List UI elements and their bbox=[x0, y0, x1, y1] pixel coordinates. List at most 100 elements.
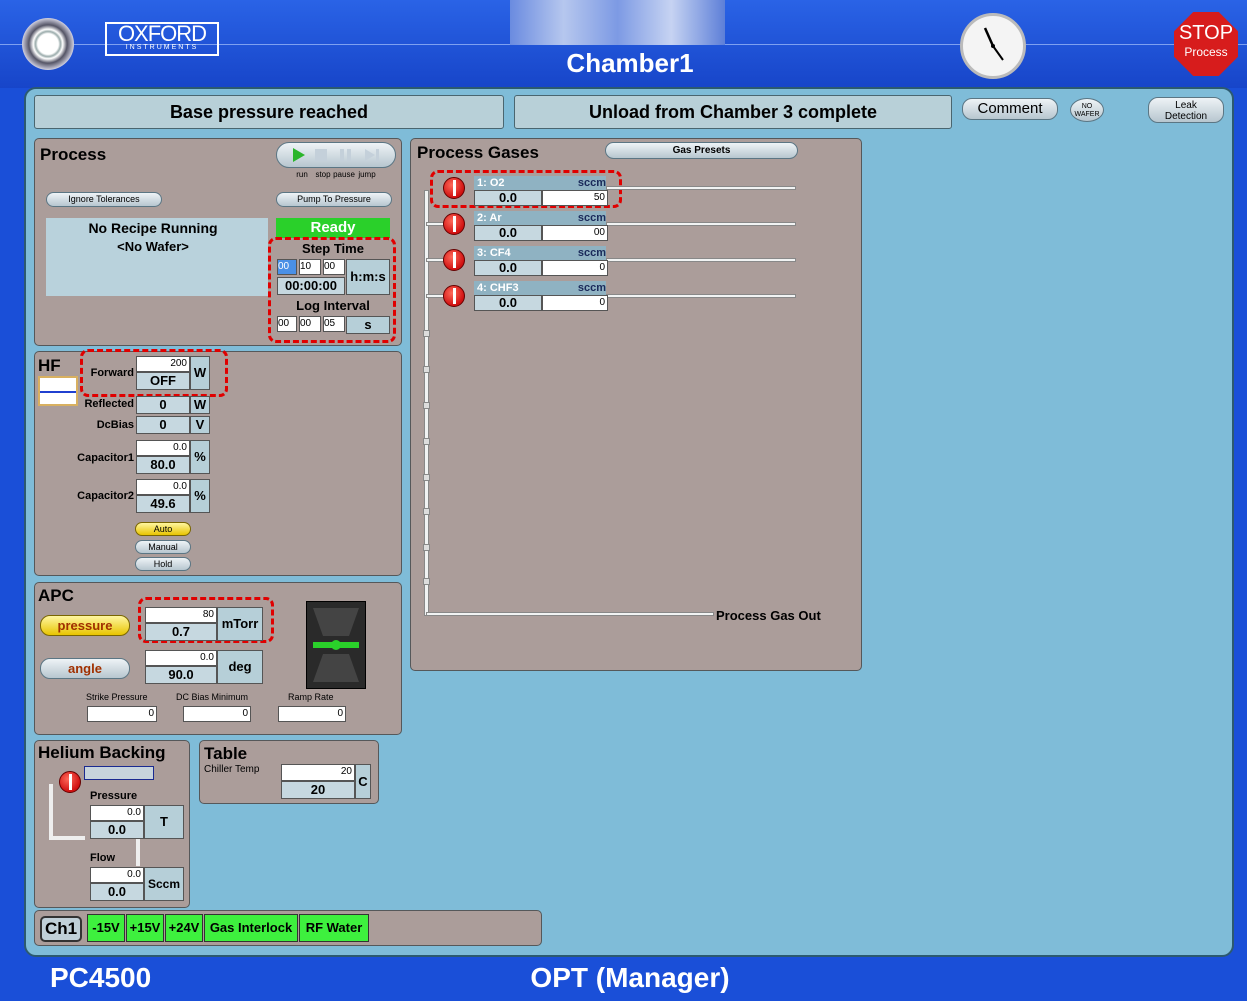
gas-valve-icon[interactable] bbox=[443, 213, 465, 235]
gas-flow-setpoint[interactable]: 50 bbox=[542, 190, 608, 206]
gas-valve-icon[interactable] bbox=[443, 249, 465, 271]
gas-flow-value: 0.0 bbox=[474, 225, 542, 241]
gas-flow-setpoint[interactable]: 0 bbox=[542, 295, 608, 311]
step-time-label: Step Time bbox=[302, 241, 364, 256]
channel-label: Ch1 bbox=[40, 916, 82, 942]
forward-label: Forward bbox=[90, 367, 134, 379]
gas-flow-setpoint[interactable]: 00 bbox=[542, 225, 608, 241]
log-minutes-input[interactable]: 00 bbox=[299, 316, 321, 332]
step-minutes-input[interactable]: 10 bbox=[299, 259, 321, 275]
pause-button[interactable]: pause bbox=[333, 170, 355, 179]
ramp-rate-label: Ramp Rate bbox=[288, 692, 334, 702]
transport-controls bbox=[276, 142, 396, 168]
pressure-mode-button[interactable]: pressure bbox=[40, 615, 130, 636]
wafer-status: <No Wafer> bbox=[117, 239, 189, 254]
reflected-unit: W bbox=[190, 396, 210, 414]
gas-line-pipe bbox=[606, 294, 796, 298]
angle-setpoint[interactable]: 0.0 bbox=[145, 650, 217, 666]
helium-pressure-label: Pressure bbox=[90, 790, 138, 802]
reflected-value: 0 bbox=[136, 396, 190, 414]
manifold-port bbox=[423, 578, 430, 585]
dcbias-label: DcBias bbox=[96, 419, 134, 431]
ignore-tolerances-button[interactable]: Ignore Tolerances bbox=[46, 192, 162, 207]
run-button[interactable]: run bbox=[291, 170, 313, 179]
gas-flow-setpoint[interactable]: 0 bbox=[542, 260, 608, 276]
interlock-plus24v: +24V bbox=[165, 914, 203, 942]
gas-unit: sccm bbox=[577, 247, 606, 259]
manifold-port bbox=[423, 544, 430, 551]
capacitor2-label: Capacitor2 bbox=[77, 490, 134, 502]
angle-value: 90.0 bbox=[145, 666, 217, 684]
angle-unit: deg bbox=[217, 650, 263, 684]
forward-setpoint[interactable]: 200 bbox=[136, 356, 190, 372]
gas-line-pipe bbox=[606, 258, 796, 262]
footer-system: PC4500 bbox=[50, 962, 152, 993]
no-wafer-button[interactable]: NO WAFER bbox=[1070, 98, 1104, 122]
angle-mode-button[interactable]: angle bbox=[40, 658, 130, 679]
manifold-port bbox=[423, 402, 430, 409]
gas-unit: sccm bbox=[577, 212, 606, 224]
dcbias-unit: V bbox=[190, 416, 210, 434]
interlock-gas: Gas Interlock bbox=[204, 914, 298, 942]
comment-button[interactable]: Comment bbox=[962, 98, 1058, 120]
elapsed-time: 00:00:00 bbox=[277, 277, 345, 295]
pump-to-pressure-button[interactable]: Pump To Pressure bbox=[276, 192, 392, 207]
no-wafer-label-1: NO bbox=[1081, 103, 1093, 110]
capacitor2-value: 49.6 bbox=[136, 495, 190, 513]
gas-line-pipe bbox=[426, 294, 444, 298]
stop-sublabel: Process bbox=[1184, 45, 1228, 59]
helium-flow-unit: Sccm bbox=[144, 867, 184, 901]
hf-title: HF bbox=[38, 356, 61, 375]
jump-button[interactable]: jump bbox=[356, 170, 378, 179]
pressure-setpoint[interactable]: 80 bbox=[145, 607, 217, 623]
capacitor1-unit: % bbox=[190, 440, 210, 474]
status-message-left: Base pressure reached bbox=[34, 95, 504, 129]
log-hours-input[interactable]: 00 bbox=[277, 316, 297, 332]
helium-valve-icon[interactable] bbox=[59, 771, 81, 793]
helium-flow-label: Flow bbox=[90, 852, 116, 864]
ramp-rate-input[interactable]: 0 bbox=[278, 706, 346, 722]
leak-detection-button[interactable]: Leak Detection bbox=[1148, 97, 1224, 123]
ready-status: Ready bbox=[276, 218, 390, 238]
step-hours-input[interactable]: 00 bbox=[277, 259, 297, 275]
stop-label: STOP bbox=[1178, 22, 1234, 44]
gas-valve-icon[interactable] bbox=[443, 285, 465, 307]
footer-user: OPT (Manager) bbox=[530, 962, 730, 993]
gas-presets-button[interactable]: Gas Presets bbox=[605, 142, 798, 159]
capacitor2-setpoint[interactable]: 0.0 bbox=[136, 479, 190, 495]
manifold-port bbox=[423, 508, 430, 515]
hold-button[interactable]: Hold bbox=[135, 557, 191, 571]
clock-icon bbox=[960, 13, 1026, 79]
gas-unit: sccm bbox=[577, 282, 606, 294]
interlock-rf-water: RF Water bbox=[299, 914, 369, 942]
manual-button[interactable]: Manual bbox=[135, 540, 191, 554]
status-message-right: Unload from Chamber 3 complete bbox=[514, 95, 952, 129]
forward-value: OFF bbox=[136, 372, 190, 390]
interlock-minus15v: -15V bbox=[87, 914, 125, 942]
strike-pressure-input[interactable]: 0 bbox=[87, 706, 157, 722]
manifold-port bbox=[423, 438, 430, 445]
helium-pressure-setpoint[interactable]: 0.0 bbox=[90, 805, 144, 821]
auto-button[interactable]: Auto bbox=[135, 522, 191, 536]
interlock-plus15v: +15V bbox=[126, 914, 164, 942]
page-title: Chamber1 bbox=[566, 48, 694, 78]
manifold-port bbox=[423, 474, 430, 481]
capacitor1-label: Capacitor1 bbox=[77, 452, 134, 464]
pressure-value: 0.7 bbox=[145, 623, 217, 641]
chiller-setpoint[interactable]: 20 bbox=[281, 764, 355, 781]
log-seconds-input[interactable]: 05 bbox=[323, 316, 345, 332]
gas-line-pipe bbox=[426, 222, 444, 226]
forward-unit: W bbox=[190, 356, 210, 390]
manifold-port bbox=[423, 330, 430, 337]
gas-valve-icon[interactable] bbox=[443, 177, 465, 199]
dc-bias-minimum-input[interactable]: 0 bbox=[183, 706, 251, 722]
process-gas-out-label: Process Gas Out bbox=[716, 608, 821, 623]
wafer-chuck-icon bbox=[84, 766, 154, 780]
helium-pressure-value: 0.0 bbox=[90, 821, 144, 839]
capacitor2-unit: % bbox=[190, 479, 210, 513]
helium-flow-setpoint[interactable]: 0.0 bbox=[90, 867, 144, 883]
capacitor1-setpoint[interactable]: 0.0 bbox=[136, 440, 190, 456]
dcbias-value: 0 bbox=[136, 416, 190, 434]
stop-button[interactable]: stop bbox=[312, 170, 334, 179]
step-seconds-input[interactable]: 00 bbox=[323, 259, 345, 275]
